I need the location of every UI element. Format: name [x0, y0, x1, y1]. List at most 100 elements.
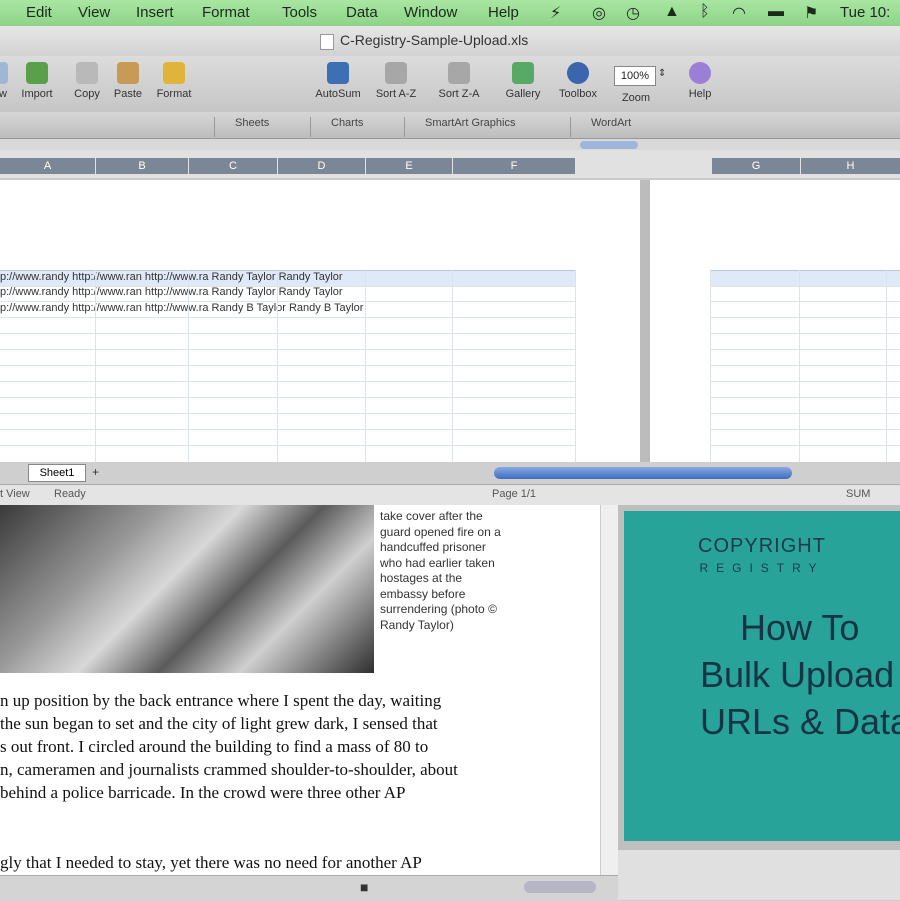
brand-logo-text: COPYRIGHT: [698, 535, 826, 557]
view-mode-label[interactable]: t View: [0, 488, 30, 500]
horizontal-scrollbar[interactable]: [494, 467, 792, 479]
paste-icon: [117, 62, 139, 84]
table-row[interactable]: p://www.randy http://www.ran http://www.…: [0, 270, 575, 287]
new-button[interactable]: w: [0, 56, 10, 100]
sum-indicator[interactable]: SUM: [846, 488, 870, 500]
menu-window[interactable]: Window: [404, 4, 457, 21]
table-row[interactable]: p://www.randy http://www.ran http://www.…: [0, 302, 575, 318]
grid-line: [365, 270, 366, 462]
zoom-select[interactable]: 100%: [614, 66, 656, 86]
table-row[interactable]: [0, 350, 575, 366]
tab-charts[interactable]: Charts: [310, 117, 401, 137]
column-a-header[interactable]: A: [0, 158, 95, 174]
import-icon: [26, 62, 48, 84]
video-panel-footer: [618, 850, 900, 900]
grid-line: [95, 270, 96, 462]
column-f-header[interactable]: F: [453, 158, 575, 174]
sheet-tab[interactable]: Sheet1: [28, 464, 86, 482]
wifi-icon[interactable]: ◠: [732, 3, 746, 23]
bluetooth-icon[interactable]: ᛒ: [700, 3, 710, 21]
display-icon[interactable]: ▬: [768, 3, 784, 21]
column-e-header[interactable]: E: [366, 158, 452, 174]
table-row[interactable]: [710, 398, 900, 414]
table-row[interactable]: [710, 382, 900, 398]
menu-tools[interactable]: Tools: [282, 4, 317, 21]
column-c-header[interactable]: C: [189, 158, 277, 174]
body-text-line: the sun began to set and the city of lig…: [0, 714, 438, 733]
table-row[interactable]: [710, 302, 900, 318]
table-row[interactable]: [710, 286, 900, 302]
paste-button[interactable]: Paste: [108, 56, 148, 100]
body-text-line: n, cameramen and journalists crammed sho…: [0, 760, 458, 779]
document-icon: [320, 34, 334, 50]
sheet-tab-bar: Sheet1 +: [0, 462, 900, 484]
vertical-scrollbar[interactable]: [600, 505, 619, 885]
zoom-label: Zoom: [621, 92, 651, 104]
table-row[interactable]: [710, 350, 900, 366]
table-row[interactable]: [0, 414, 575, 430]
split-handle[interactable]: [580, 141, 638, 149]
promo-card: COPYRIGHT REGISTRY How To Bulk Upload UR…: [624, 511, 900, 841]
clock[interactable]: Tue 10:: [840, 4, 890, 21]
menu-format[interactable]: Format: [202, 4, 250, 21]
standard-toolbar: w Import Copy Paste Format AutoSum Sort …: [0, 56, 900, 112]
new-icon: [0, 62, 8, 84]
table-row[interactable]: [0, 334, 575, 350]
help-button[interactable]: Help: [680, 56, 720, 100]
time-machine-icon[interactable]: ◷: [626, 3, 640, 23]
table-row[interactable]: [710, 430, 900, 446]
sheet-page-right[interactable]: [650, 180, 900, 462]
table-row[interactable]: [0, 430, 575, 446]
table-row[interactable]: p://www.randy http://www.ran http://www.…: [0, 286, 575, 302]
copy-button[interactable]: Copy: [68, 56, 106, 100]
tab-smartart[interactable]: SmartArt Graphics: [404, 117, 565, 137]
video-panel: COPYRIGHT REGISTRY How To Bulk Upload UR…: [618, 505, 900, 850]
grid-line: [886, 270, 887, 462]
ready-status: Ready: [54, 488, 86, 500]
grid-line: [799, 270, 800, 462]
eject-icon[interactable]: ▲: [664, 3, 680, 21]
table-row[interactable]: [710, 366, 900, 382]
format-painter-button[interactable]: Format: [150, 56, 198, 100]
sheet-page-left[interactable]: p://www.randy http://www.ran http://www.…: [0, 180, 640, 462]
table-row[interactable]: [0, 398, 575, 414]
table-row[interactable]: [0, 318, 575, 334]
table-row[interactable]: [710, 414, 900, 430]
format-brush-icon: [163, 62, 185, 84]
tab-sheets[interactable]: Sheets: [214, 117, 305, 137]
column-g-header[interactable]: G: [712, 158, 800, 174]
sync-icon[interactable]: ◎: [592, 3, 606, 23]
menu-help[interactable]: Help: [488, 4, 519, 21]
sort-ascending-button[interactable]: Sort A-Z: [370, 56, 422, 100]
table-row[interactable]: [710, 334, 900, 350]
column-b-header[interactable]: B: [96, 158, 188, 174]
table-row[interactable]: [0, 382, 575, 398]
toolbox-button[interactable]: Toolbox: [552, 56, 604, 100]
tab-wordart[interactable]: WordArt: [570, 117, 671, 137]
menu-edit[interactable]: Edit: [26, 4, 52, 21]
zoom-dropdown-icon[interactable]: ⇕: [658, 68, 666, 79]
formula-area: [0, 139, 900, 150]
dock-item[interactable]: [524, 881, 596, 893]
script-icon[interactable]: ⚡: [550, 3, 561, 23]
autosum-button[interactable]: AutoSum: [310, 56, 366, 100]
flag-icon[interactable]: ⚑: [804, 3, 818, 23]
finder-icon[interactable]: ■: [360, 879, 368, 895]
add-sheet-icon[interactable]: +: [92, 465, 99, 479]
grid-line: [277, 270, 278, 462]
column-h-header[interactable]: H: [801, 158, 900, 174]
elements-gallery-tabs: Sheets Charts SmartArt Graphics WordArt: [0, 112, 900, 139]
body-text-line: gly that I needed to stay, yet there was…: [0, 853, 422, 872]
import-button[interactable]: Import: [14, 56, 60, 100]
promo-title-line: How To: [740, 607, 860, 648]
menu-insert[interactable]: Insert: [136, 4, 174, 21]
table-row[interactable]: [710, 270, 900, 287]
gallery-button[interactable]: Gallery: [498, 56, 548, 100]
sort-descending-button[interactable]: Sort Z-A: [432, 56, 486, 100]
table-row[interactable]: [710, 318, 900, 334]
menu-data[interactable]: Data: [346, 4, 378, 21]
menu-view[interactable]: View: [78, 4, 110, 21]
table-row[interactable]: [0, 366, 575, 382]
column-headers: A B C D E F G H: [0, 150, 900, 178]
column-d-header[interactable]: D: [278, 158, 365, 174]
